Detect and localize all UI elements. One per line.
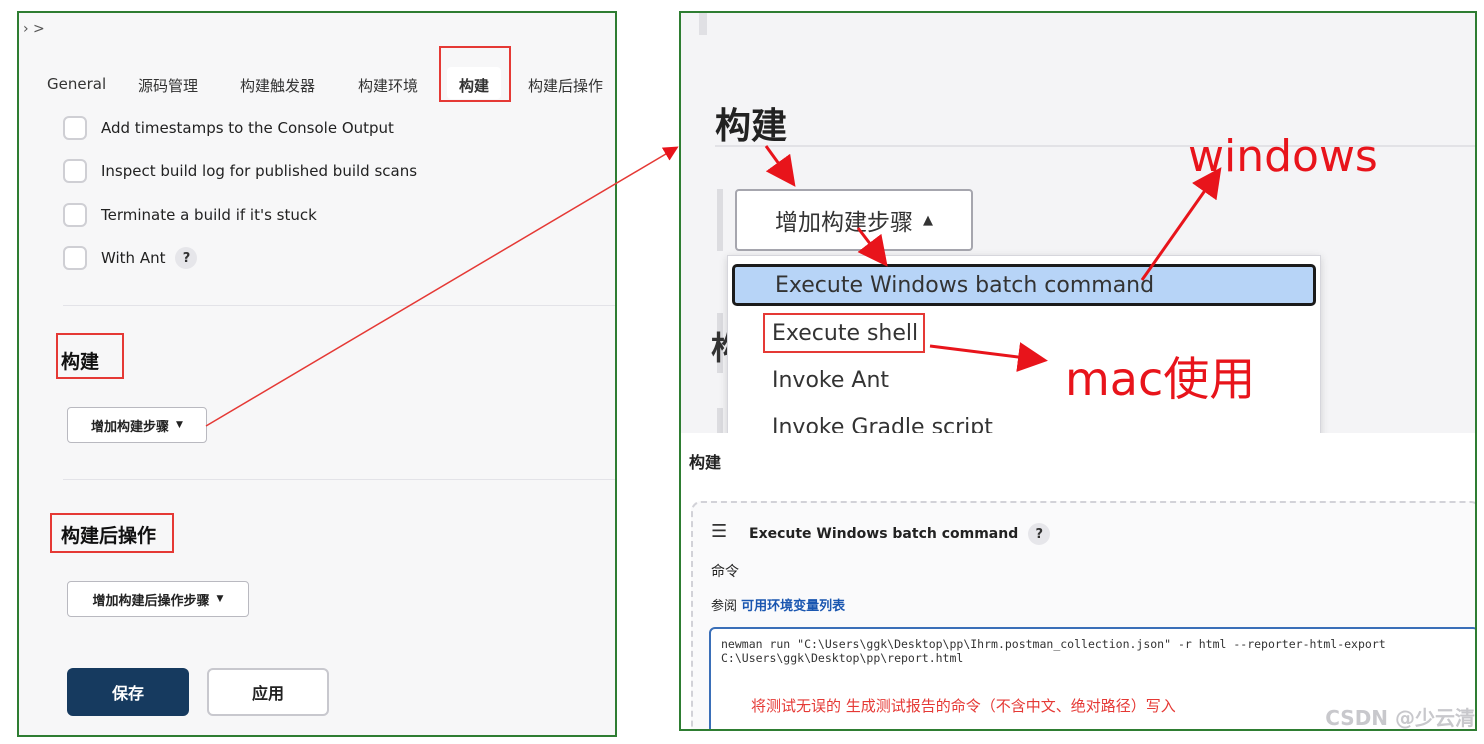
ref-prefix: 参阅 — [711, 599, 738, 614]
tab-source-control[interactable]: 源码管理 — [138, 75, 198, 96]
tab-build[interactable]: 构建 — [447, 67, 502, 99]
save-button[interactable]: 保存 — [67, 668, 189, 716]
option-inspect-build-log[interactable]: Inspect build log for published build sc… — [63, 158, 417, 184]
caret-up-icon: ▲ — [923, 212, 933, 228]
jenkins-config-panel: › > General 源码管理 构建触发器 构建环境 构建 构建后操作 Add… — [17, 11, 617, 737]
command-line-1: newman run "C:\Users\ggk\Desktop\pp\Ihrm… — [721, 637, 1386, 651]
tab-build-environment[interactable]: 构建环境 — [358, 75, 418, 96]
add-post-build-step-button[interactable]: 增加构建后操作步骤 ▼ — [67, 581, 249, 617]
with-ant-label: With Ant — [101, 249, 166, 267]
tab-post-build[interactable]: 构建后操作 — [528, 75, 603, 96]
watermark: CSDN @少云清 — [1325, 706, 1475, 730]
inspect-build-log-label: Inspect build log for published build sc… — [101, 162, 418, 180]
add-build-step-button[interactable]: 增加构建步骤 ▼ — [67, 407, 207, 443]
option-timestamps[interactable]: Add timestamps to the Console Output — [63, 115, 394, 141]
breadcrumb[interactable]: › > — [23, 21, 45, 37]
inspect-build-log-checkbox[interactable] — [63, 159, 87, 183]
step-title-text: Execute Windows batch command — [749, 526, 1019, 542]
add-build-step-dropdown[interactable]: 增加构建步骤 ▲ — [735, 189, 973, 251]
with-ant-checkbox[interactable] — [63, 246, 87, 270]
divider — [63, 305, 615, 306]
command-label: 命令 — [711, 564, 739, 580]
build-step-config-zoom: 构建 ☰ Execute Windows batch command ? 命令 … — [681, 433, 1475, 730]
tab-build-triggers[interactable]: 构建触发器 — [240, 75, 315, 96]
config-tabs: General 源码管理 构建触发器 构建环境 构建 构建后操作 — [19, 63, 615, 103]
command-line-2: C:\Users\ggk\Desktop\pp\report.html — [721, 651, 964, 665]
post-build-section-title: 构建后操作 — [61, 525, 157, 547]
drag-handle-icon[interactable]: ☰ — [711, 521, 727, 542]
build-header: 构建 — [715, 106, 788, 147]
instruction-note: 将测试无误的 生成测试报告的命令（不含中文、绝对路径）写入 — [751, 697, 1176, 715]
step-title: Execute Windows batch command ? — [749, 523, 1051, 545]
apply-button[interactable]: 应用 — [207, 668, 329, 716]
menu-item-windows-batch[interactable]: Execute Windows batch command — [732, 264, 1316, 306]
tab-general[interactable]: General — [47, 75, 106, 93]
menu-item-invoke-gradle[interactable]: Invoke Gradle script — [732, 406, 1316, 434]
terminate-stuck-label: Terminate a build if it's stuck — [101, 206, 317, 224]
windows-batch-step: ☰ Execute Windows batch command ? 命令 参阅 … — [691, 501, 1475, 729]
build-step-dropdown-zoom: 构建 构 增加构建步骤▲ Execute Windows batch comma… — [681, 13, 1475, 434]
divider — [63, 479, 615, 480]
scroll-stub — [699, 13, 707, 35]
caret-down-icon: ▼ — [216, 594, 224, 604]
windows-annotation: windows — [1188, 131, 1378, 182]
build-title: 构建 — [689, 453, 722, 472]
option-with-ant[interactable]: With Ant ? — [63, 245, 198, 271]
option-terminate-stuck[interactable]: Terminate a build if it's stuck — [63, 202, 317, 228]
build-section-title: 构建 — [61, 351, 100, 373]
help-icon[interactable]: ? — [175, 247, 198, 269]
section-bar — [717, 408, 723, 433]
timestamps-label: Add timestamps to the Console Output — [101, 119, 394, 137]
caret-down-icon: ▼ — [176, 420, 183, 430]
timestamps-checkbox[interactable] — [63, 116, 87, 140]
help-icon[interactable]: ? — [1028, 523, 1051, 545]
mac-annotation: mac使用 — [1065, 352, 1256, 406]
add-build-step-label: 增加构建步骤 — [91, 419, 170, 435]
env-vars-reference: 参阅 可用环境变量列表 — [711, 595, 845, 614]
add-post-build-step-label: 增加构建后操作步骤 — [92, 593, 210, 609]
add-build-step-label: 增加构建步骤 — [775, 210, 913, 236]
terminate-stuck-checkbox[interactable] — [63, 203, 87, 227]
env-vars-link[interactable]: 可用环境变量列表 — [741, 599, 845, 614]
section-bar — [717, 189, 723, 251]
zoomed-build-panel: 构建 构 增加构建步骤▲ Execute Windows batch comma… — [679, 11, 1477, 731]
